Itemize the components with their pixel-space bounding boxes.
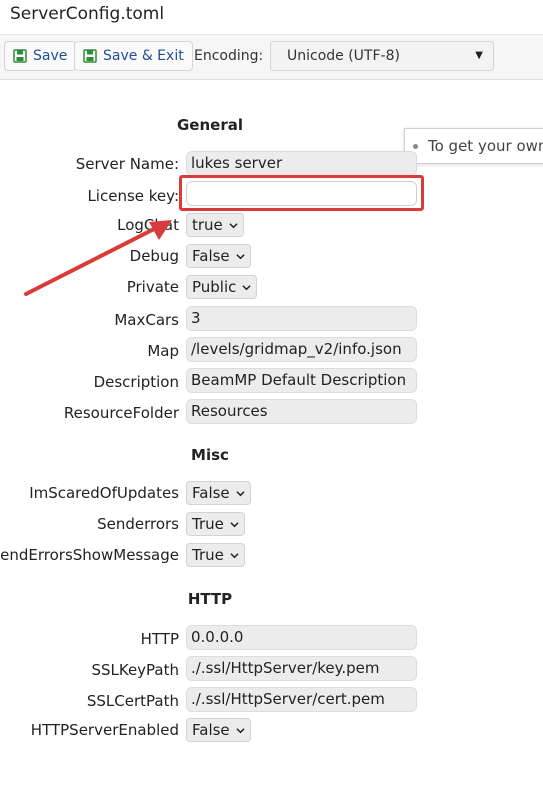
annotation-arrow (24, 220, 172, 296)
